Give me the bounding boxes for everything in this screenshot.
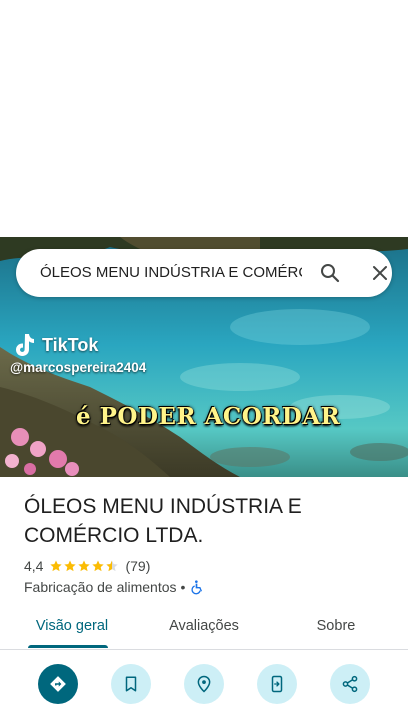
tiktok-handle: @marcospereira2404	[10, 360, 147, 375]
search-icon[interactable]	[318, 261, 342, 285]
star-icon	[64, 560, 77, 572]
active-tab-indicator	[28, 645, 108, 648]
share-icon	[342, 675, 358, 693]
tab-bar: Visão geral Avaliações Sobre	[0, 604, 408, 650]
place-title: ÓLEOS MENU INDÚSTRIA E COMÉRCIO LTDA.	[24, 495, 302, 547]
star-icon	[78, 560, 91, 572]
review-count[interactable]: (79)	[125, 558, 150, 574]
rating-row[interactable]: 4,4 (79)	[24, 556, 150, 576]
directions-button[interactable]	[38, 664, 78, 704]
divider	[0, 649, 408, 650]
rating-stars	[49, 559, 119, 573]
tab-about[interactable]: Sobre	[282, 604, 390, 648]
star-icon	[92, 560, 105, 572]
bookmark-icon	[125, 676, 137, 692]
directions-icon	[50, 676, 66, 692]
tiktok-logo: TikTok	[12, 331, 98, 359]
video-caption: é PODER ACORDAR	[76, 403, 341, 430]
wheelchair-icon	[191, 580, 203, 595]
send-to-phone-icon	[271, 675, 283, 693]
tiktok-brand: TikTok	[42, 334, 99, 355]
blank-area	[0, 0, 408, 237]
close-icon[interactable]	[368, 261, 392, 285]
search-bar[interactable]: ÓLEOS MENU INDÚSTRIA E COMÉRCIO LTDA.	[16, 249, 392, 297]
place-category: Fabricação de alimentos	[24, 579, 177, 595]
send-to-phone-button[interactable]	[257, 664, 297, 704]
share-button[interactable]	[330, 664, 370, 704]
star-icon	[50, 560, 63, 572]
nearby-button[interactable]	[184, 664, 224, 704]
save-button[interactable]	[111, 664, 151, 704]
nearby-icon	[197, 675, 211, 693]
star-half-icon	[106, 560, 119, 572]
separator: •	[180, 579, 186, 595]
tab-reviews[interactable]: Avaliações	[150, 604, 258, 648]
tiktok-icon	[16, 334, 34, 356]
category-row: Fabricação de alimentos •	[24, 577, 205, 597]
tab-overview[interactable]: Visão geral	[18, 604, 126, 648]
search-input[interactable]: ÓLEOS MENU INDÚSTRIA E COMÉRCIO LTDA.	[40, 263, 302, 283]
rating-value: 4,4	[24, 558, 44, 574]
